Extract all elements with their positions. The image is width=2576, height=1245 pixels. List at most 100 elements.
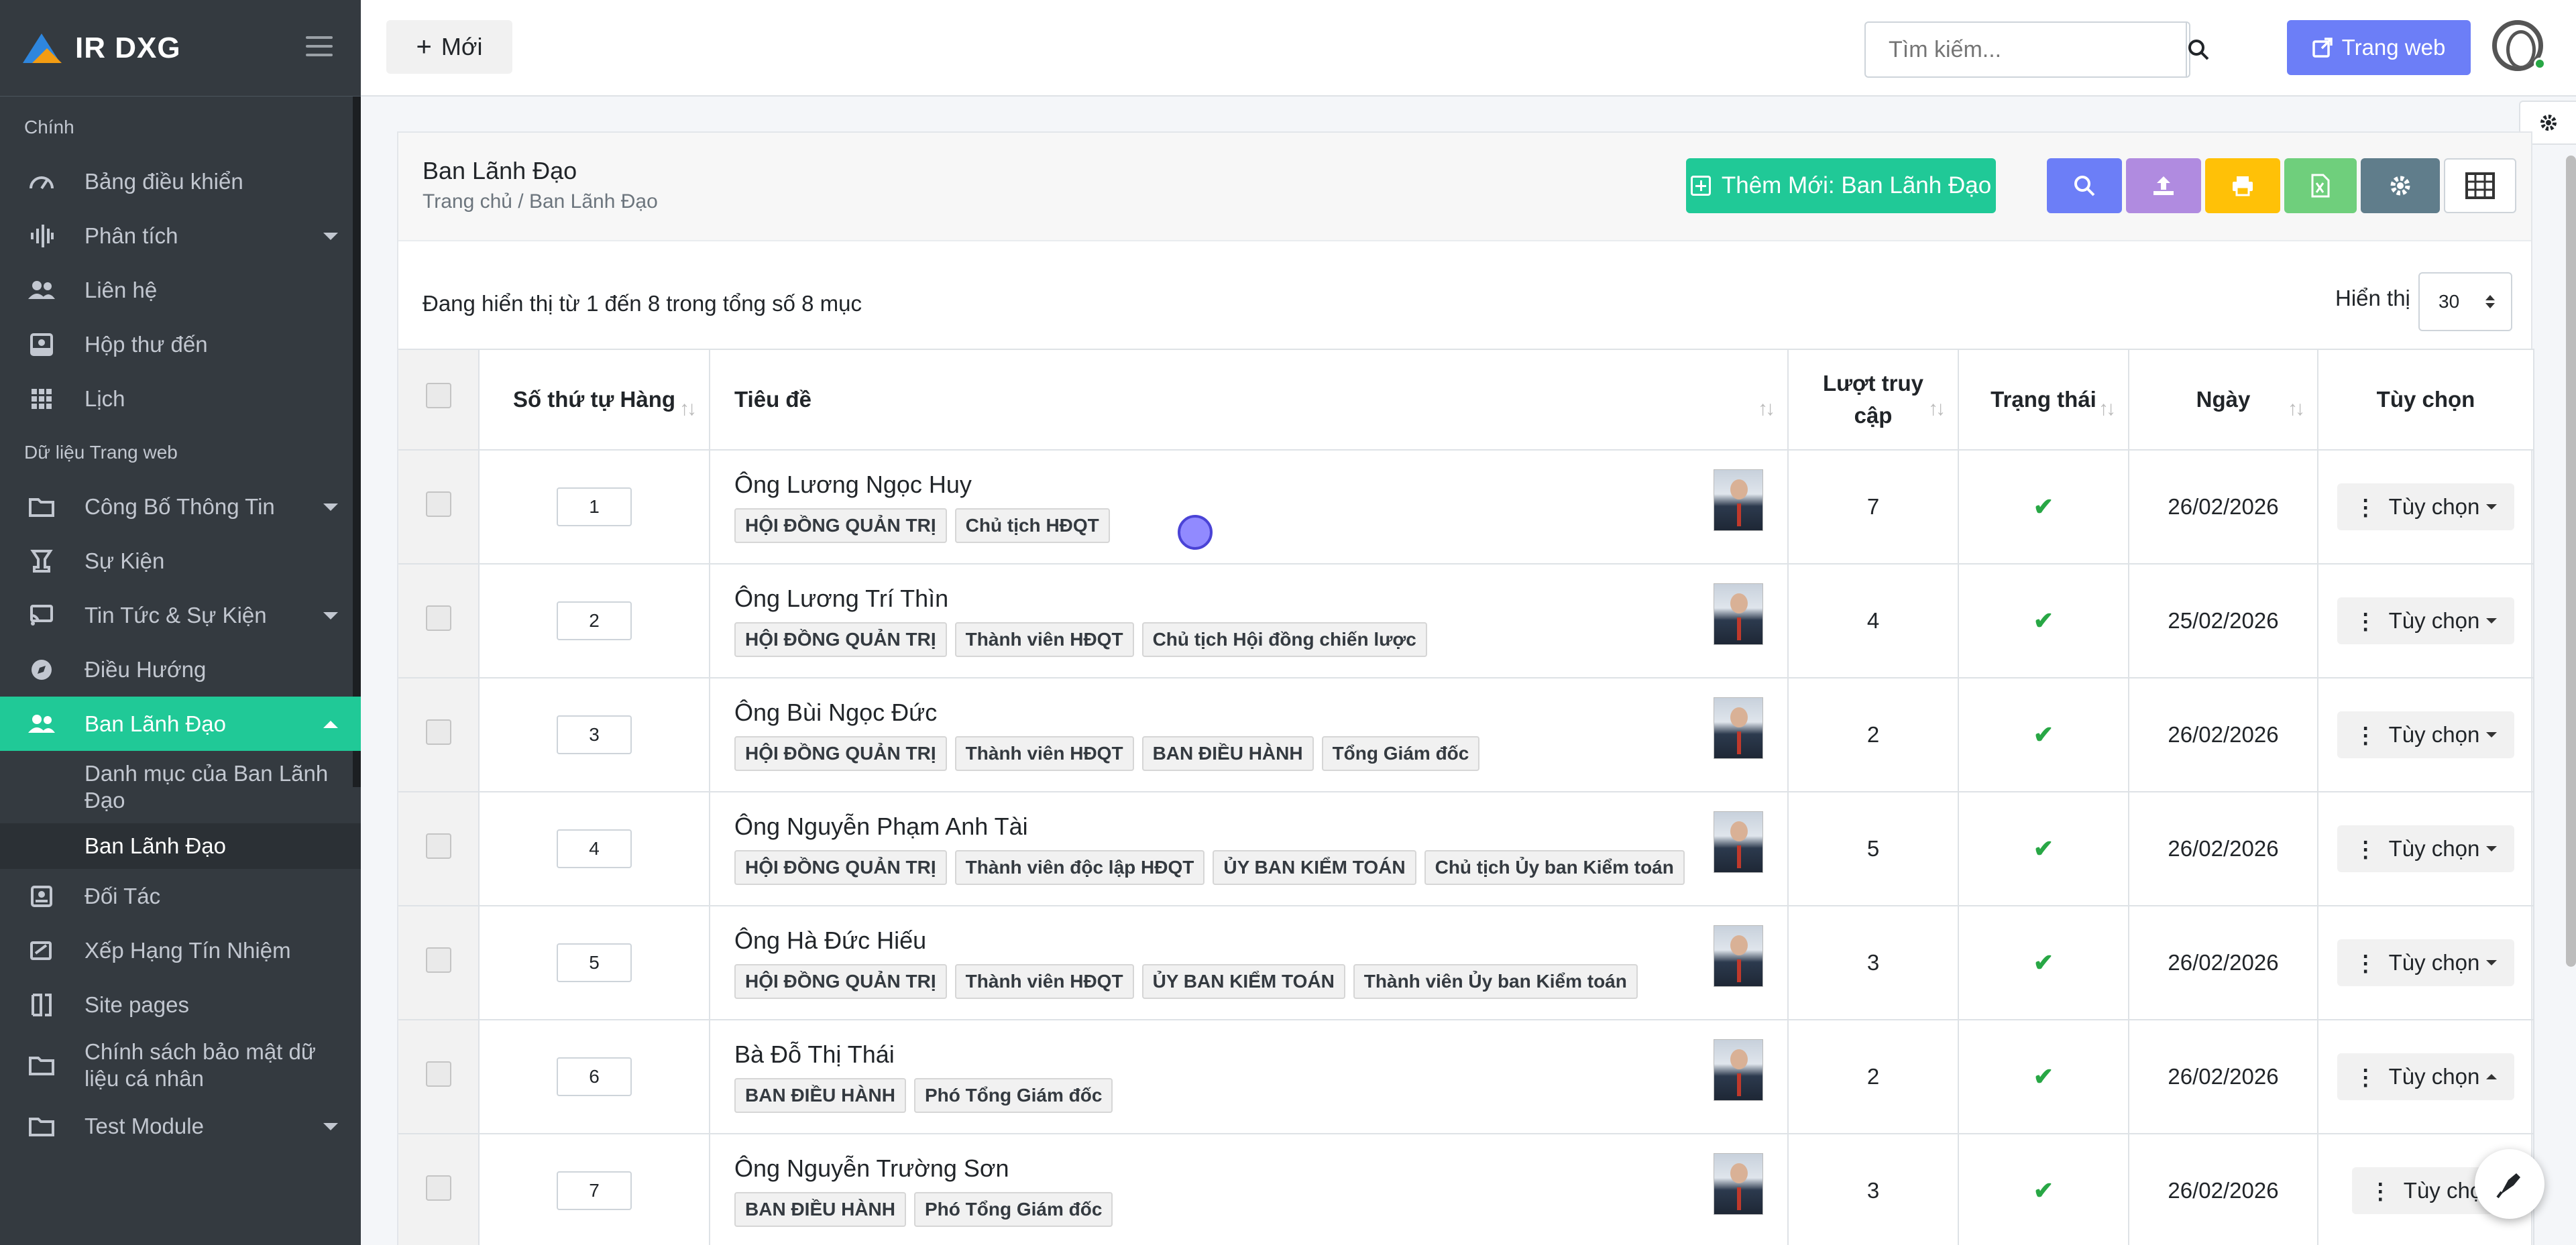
sidebar-item-credit-rating[interactable]: Xếp Hạng Tín Nhiệm (0, 923, 361, 977)
row-checkbox[interactable] (425, 1175, 451, 1201)
vertical-dots-icon: ⋮ (2369, 1178, 2392, 1203)
check-icon[interactable]: ✔ (2033, 721, 2054, 748)
check-icon[interactable]: ✔ (2033, 949, 2054, 976)
col-header-options: Tùy chọn (2318, 349, 2534, 451)
status-cell: ✔ (1958, 678, 2129, 792)
sidebar-item-leadership[interactable]: Ban Lãnh Đạo (0, 697, 361, 751)
row-checkbox[interactable] (425, 833, 451, 859)
page-size-select[interactable]: 30 (2418, 272, 2512, 331)
leader-photo[interactable] (1714, 1039, 1763, 1101)
check-icon[interactable]: ✔ (2033, 493, 2054, 520)
col-header-visits[interactable]: Lượt truy cập ↑↓ (1788, 349, 1959, 451)
order-input[interactable]: 3 (557, 715, 632, 754)
visits-cell: 2 (1788, 1020, 1959, 1134)
table-row: 1 Ông Lương Ngọc Huy HỘI ĐỒNG QUẢN TRỊ C… (398, 450, 2534, 565)
order-input[interactable]: 7 (557, 1171, 632, 1210)
leader-name-link[interactable]: Ông Nguyễn Phạm Anh Tài (734, 813, 1787, 841)
sidebar-item-contacts[interactable]: Liên hệ (0, 263, 361, 317)
floating-action-button[interactable] (2475, 1149, 2544, 1219)
sidebar-item-site-pages[interactable]: Site pages (0, 977, 361, 1032)
caret-down-icon (2486, 504, 2498, 510)
sort-icon: ↑↓ (2098, 398, 2116, 420)
website-button[interactable]: Trang web (2287, 20, 2471, 75)
search-toggle-button[interactable] (2047, 158, 2122, 213)
search-button[interactable] (2186, 23, 2210, 76)
col-header-status[interactable]: Trạng thái ↑↓ (1958, 349, 2129, 451)
sidebar-item-privacy-policy[interactable]: Chính sách bảo mật dữ liệu cá nhân (0, 1032, 361, 1099)
col-header-order[interactable]: Số thứ tự Hàng ↑↓ (479, 349, 710, 451)
check-icon[interactable]: ✔ (2033, 1177, 2054, 1204)
row-checkbox[interactable] (425, 1061, 451, 1087)
row-checkbox[interactable] (425, 605, 451, 631)
row-options-dropdown[interactable]: ⋮ Tùy chọn (2337, 939, 2515, 986)
new-button[interactable]: + Mới (386, 20, 512, 74)
title-cell: Ông Hà Đức Hiếu HỘI ĐỒNG QUẢN TRỊ Thành … (710, 906, 1789, 1020)
sidebar-item-calendar[interactable]: Lịch (0, 371, 361, 426)
row-options-dropdown[interactable]: ⋮ Tùy chọn (2337, 825, 2515, 872)
sidebar-item-inbox[interactable]: Hộp thư đến (0, 317, 361, 371)
column-toggle-button[interactable] (2444, 158, 2516, 213)
sidebar-item-partners[interactable]: Đối Tác (0, 869, 361, 923)
date-cell: 26/02/2026 (2129, 1134, 2318, 1245)
leader-name-link[interactable]: Ông Nguyễn Trường Sơn (734, 1154, 1787, 1183)
row-options-dropdown[interactable]: ⋮ Tùy chọn (2337, 1053, 2515, 1100)
sidebar-subitem-leadership-categories[interactable]: Danh mục của Ban Lãnh Đạo (0, 751, 361, 823)
leader-name-link[interactable]: Ông Bùi Ngọc Đức (734, 699, 1787, 727)
order-input[interactable]: 1 (557, 487, 632, 526)
order-input[interactable]: 2 (557, 601, 632, 640)
row-options-dropdown[interactable]: ⋮ Tùy chọn (2337, 483, 2515, 530)
upload-button[interactable] (2126, 158, 2201, 213)
sidebar-item-label: Hộp thư đến (85, 331, 208, 357)
sidebar-item-navigation[interactable]: Điều Hướng (0, 642, 361, 697)
leader-photo[interactable] (1714, 697, 1763, 759)
brand[interactable]: IR DXG (0, 0, 361, 97)
sidebar-subitem-leadership[interactable]: Ban Lãnh Đạo (0, 823, 361, 869)
order-input[interactable]: 5 (557, 943, 632, 982)
check-icon[interactable]: ✔ (2033, 1063, 2054, 1090)
visits-cell: 3 (1788, 906, 1959, 1020)
row-checkbox[interactable] (425, 491, 451, 517)
leader-name-link[interactable]: Bà Đỗ Thị Thái (734, 1041, 1787, 1069)
order-input[interactable]: 6 (557, 1057, 632, 1096)
table-row: 5 Ông Hà Đức Hiếu HỘI ĐỒNG QUẢN TRỊ Thàn… (398, 906, 2534, 1020)
leader-photo[interactable] (1714, 583, 1763, 645)
row-options-dropdown[interactable]: ⋮ Tùy chọn (2337, 597, 2515, 644)
print-button[interactable] (2205, 158, 2280, 213)
sort-icon: ↑↓ (679, 398, 697, 420)
leader-photo[interactable] (1714, 469, 1763, 531)
check-icon[interactable]: ✔ (2033, 607, 2054, 634)
row-select-cell (398, 1134, 480, 1245)
leader-photo[interactable] (1714, 1153, 1763, 1215)
sidebar-item-analytics[interactable]: Phân tích (0, 209, 361, 263)
sidebar-item-disclosure[interactable]: Công Bố Thông Tin (0, 479, 361, 534)
tag: Chủ tịch Hội đồng chiến lược (1141, 622, 1427, 657)
page-scrollbar[interactable] (2566, 156, 2576, 967)
sidebar-item-news[interactable]: Tin Tức & Sự Kiện (0, 588, 361, 642)
col-header-label: Lượt truy (1822, 371, 1923, 396)
export-excel-button[interactable] (2284, 158, 2357, 213)
row-options-dropdown[interactable]: ⋮ Tùy chọn (2337, 711, 2515, 758)
search-input[interactable] (1866, 23, 2186, 76)
leader-photo[interactable] (1714, 925, 1763, 987)
plus-icon: + (416, 32, 432, 62)
leader-name-link[interactable]: Ông Lương Ngọc Huy (734, 471, 1787, 499)
leader-name-link[interactable]: Ông Hà Đức Hiếu (734, 927, 1787, 955)
hamburger-menu-icon[interactable] (306, 36, 333, 58)
select-spinner-icon (2485, 295, 2495, 308)
add-leader-button[interactable]: Thêm Mới: Ban Lãnh Đạo (1686, 158, 1996, 213)
sidebar-item-test-module[interactable]: Test Module (0, 1099, 361, 1153)
select-all-checkbox[interactable] (425, 382, 451, 408)
row-select-cell (398, 564, 480, 678)
settings-button[interactable] (2361, 158, 2440, 213)
tag-list: BAN ĐIỀU HÀNH Phó Tổng Giám đốc (734, 1078, 1787, 1113)
order-input[interactable]: 4 (557, 829, 632, 868)
leader-photo[interactable] (1714, 811, 1763, 873)
leader-name-link[interactable]: Ông Lương Trí Thìn (734, 585, 1787, 613)
sidebar-item-dashboard[interactable]: Bảng điều khiển (0, 154, 361, 209)
row-checkbox[interactable] (425, 719, 451, 745)
col-header-date[interactable]: Ngày ↑↓ (2129, 349, 2318, 451)
col-header-title[interactable]: Tiêu đề ↑↓ (710, 349, 1789, 451)
check-icon[interactable]: ✔ (2033, 835, 2054, 862)
sidebar-item-events[interactable]: Sự Kiện (0, 534, 361, 588)
row-checkbox[interactable] (425, 947, 451, 973)
